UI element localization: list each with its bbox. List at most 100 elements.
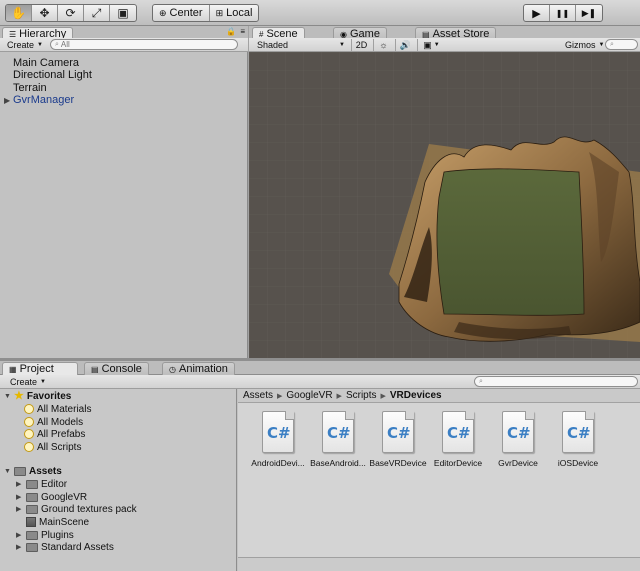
breadcrumb-item[interactable]: Scripts [346,390,377,401]
animation-icon: ◷ [169,364,176,374]
play-controls: ▶ ❚❚ ▶❚ [523,4,603,22]
asset-folder-googlevr[interactable]: ▶ GoogleVR [16,491,87,503]
lighting-toggle[interactable]: ☼ [373,39,393,51]
draw-mode-label: Shaded [257,40,289,50]
favorite-item[interactable]: All Prefabs [24,428,85,440]
project-subbar: Create ▼ ⌕ [0,375,640,389]
saved-search-icon [24,417,34,427]
create-label: Create [7,40,35,50]
step-icon: ▶❚ [581,7,597,18]
favorite-item[interactable]: All Scripts [24,441,81,453]
breadcrumb-separator-icon: ▶ [336,392,342,400]
mode-2d-button[interactable]: 2D [351,39,371,51]
scale-tool-button[interactable]: ⤢ [84,5,110,21]
scene-panel: # Scene ◉ Game ▤ Asset Store Shaded ▼ 2D… [249,26,640,358]
favorite-item[interactable]: All Materials [24,403,91,415]
favorites-header[interactable]: ▼ ★ Favorites [4,390,71,402]
unity-scene-icon [26,517,36,527]
asset-file-label: BaseAndroid... [310,458,366,468]
assets-title: Assets [29,465,62,477]
saved-search-icon [24,404,34,414]
asset-folder-label: Ground textures pack [41,503,137,515]
breadcrumb-item[interactable]: GoogleVR [286,390,332,401]
pause-button[interactable]: ❚❚ [550,5,576,21]
folder-icon [14,466,26,476]
pivot-center-button[interactable]: ⊕ Center [153,5,210,21]
step-button[interactable]: ▶❚ [576,5,602,21]
scene-search[interactable]: ⌕ [605,39,638,50]
foldout-arrow-icon[interactable]: ▶ [16,480,23,488]
hierarchy-subbar: Create ▼ ⌕ [0,38,248,52]
asset-file[interactable]: C# iOSDevice [546,411,610,473]
csharp-script-icon: C# [322,411,354,453]
image-icon: ▣ [423,39,432,50]
hierarchy-item-terrain[interactable]: Terrain [0,82,47,94]
hierarchy-search[interactable]: ⌕ [50,39,238,50]
asset-file[interactable]: C# EditorDevice [426,411,490,473]
effects-dropdown[interactable]: ▣ ▼ [417,39,445,51]
project-asset-grid: Assets ▶ GoogleVR ▶ Scripts ▶ VRDevices … [238,389,640,571]
foldout-arrow-icon[interactable]: ▶ [16,531,23,539]
csharp-script-icon: C# [502,411,534,453]
hierarchy-item-label: Terrain [13,82,47,94]
gizmos-dropdown[interactable]: Gizmos ▼ [561,39,608,51]
assets-header[interactable]: ▼ Assets [4,465,62,477]
create-label: Create [10,377,38,387]
tab-animation[interactable]: ◷ Animation [162,362,235,375]
rotate-tool-button[interactable]: ⟳ [58,5,84,21]
dropdown-arrow-icon: ▼ [598,42,605,48]
asset-folder-ground-textures[interactable]: ▶ Ground textures pack [16,503,137,515]
asset-folder-plugins[interactable]: ▶ Plugins [16,529,74,541]
foldout-arrow-icon[interactable]: ▶ [4,96,12,105]
hierarchy-item-gvrmanager[interactable]: ▶ GvrManager [0,94,74,106]
folder-icon [26,504,38,514]
foldout-arrow-icon[interactable]: ▶ [16,493,23,501]
audio-toggle[interactable]: 🔊 [395,39,415,51]
scene-viewport[interactable] [249,52,640,358]
tab-project[interactable]: ▦ Project [2,362,78,375]
asset-folder-editor[interactable]: ▶ Editor [16,478,67,490]
pivot-local-label: Local [226,7,253,19]
asset-folder-standard-assets[interactable]: ▶ Standard Assets [16,541,114,553]
draw-mode-dropdown[interactable]: Shaded ▼ [253,39,349,51]
panel-menu-icon[interactable]: ≡ [240,27,245,36]
project-icon: ▦ [9,364,17,374]
breadcrumb-item-current[interactable]: VRDevices [390,390,442,401]
lock-icon[interactable]: 🔒 [226,27,236,36]
asset-folder-label: MainScene [39,516,90,528]
pivot-local-button[interactable]: ⊞ Local [210,5,259,21]
project-search[interactable]: ⌕ [474,376,638,387]
foldout-arrow-icon[interactable]: ▶ [16,543,23,551]
scene-subbar: Shaded ▼ 2D ☼ 🔊 ▣ ▼ Gizmos ▼ ⌕ [249,38,640,52]
foldout-open-icon: ▼ [4,467,11,475]
hierarchy-item-directional-light[interactable]: Directional Light [0,69,92,81]
hierarchy-search-input[interactable] [60,40,237,49]
asset-file[interactable]: C# GvrDevice [486,411,550,473]
hierarchy-item-main-camera[interactable]: Main Camera [0,57,79,69]
tab-console[interactable]: ▤ Console [84,362,149,375]
favorite-item[interactable]: All Models [24,416,83,428]
pivot-center-label: Center [169,7,203,19]
csharp-glyph: C# [507,424,531,442]
move-tool-button[interactable]: ✥ [32,5,58,21]
hierarchy-panel: ☰ Hierarchy 🔒 ≡ Create ▼ ⌕ Main Camera D… [0,26,248,358]
project-status-bar [238,557,640,571]
foldout-arrow-icon[interactable]: ▶ [16,505,23,513]
play-icon: ▶ [532,7,541,20]
play-button[interactable]: ▶ [524,5,550,21]
tab-console-label: Console [101,363,142,375]
hierarchy-item-label: Directional Light [13,69,92,81]
asset-file[interactable]: C# BaseAndroid... [306,411,370,473]
breadcrumb-separator-icon: ▶ [380,392,386,400]
rect-tool-button[interactable]: ▣ [110,5,136,21]
asset-file[interactable]: C# AndroidDevi... [246,411,310,473]
project-create-dropdown[interactable]: Create ▼ [6,376,50,388]
asset-scene-mainscene[interactable]: MainScene [16,516,89,528]
breadcrumb-item[interactable]: Assets [243,390,273,401]
asset-folder-label: Standard Assets [41,541,114,553]
hand-tool-button[interactable]: ✋ [6,5,32,21]
hierarchy-create-dropdown[interactable]: Create ▼ [3,39,47,51]
asset-file[interactable]: C# BaseVRDevice [366,411,430,473]
console-icon: ▤ [91,364,99,374]
asset-folder-label: Plugins [41,529,74,541]
